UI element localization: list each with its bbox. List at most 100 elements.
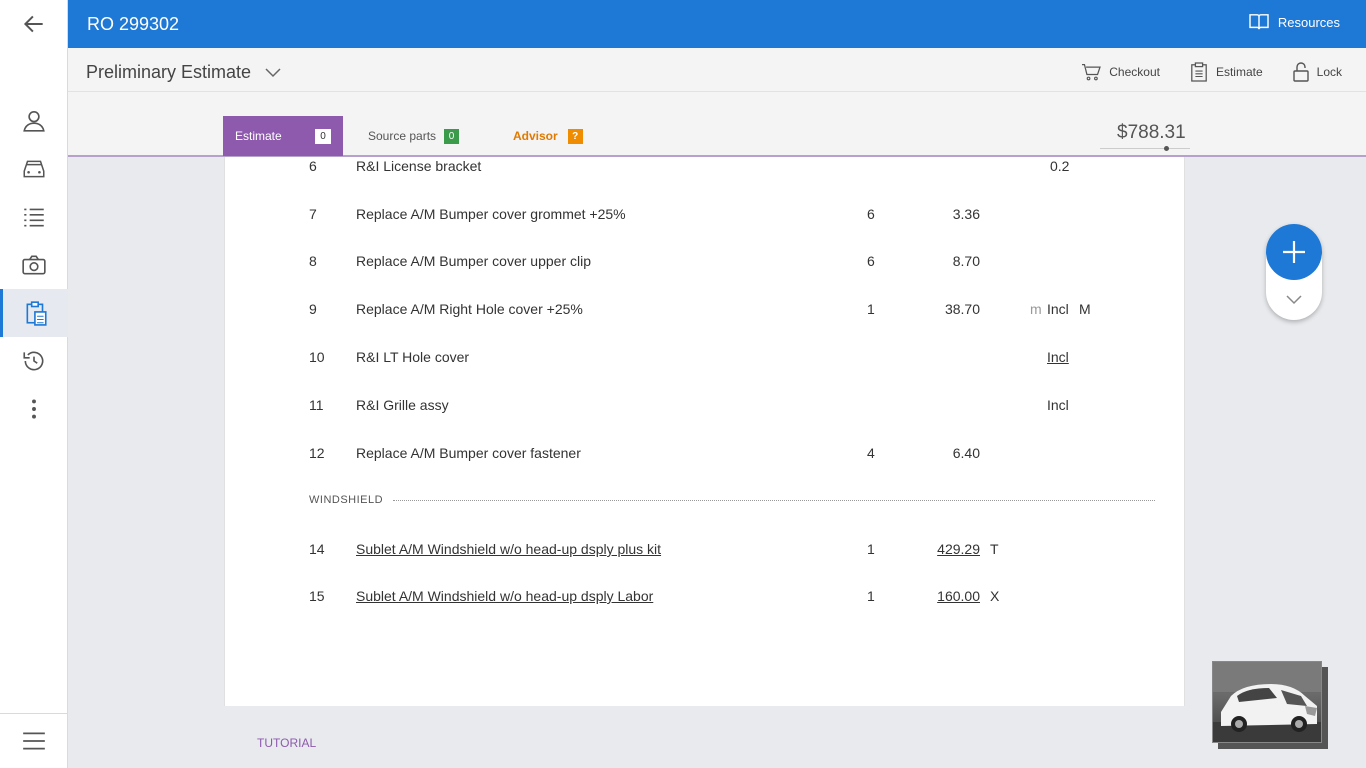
top-bar: RO 299302 Resources bbox=[68, 0, 1366, 48]
rail-customer-button[interactable] bbox=[0, 97, 68, 145]
chevron-down-icon bbox=[1286, 295, 1302, 305]
estimate-button[interactable]: Estimate bbox=[1190, 62, 1263, 82]
rail-vehicle-button[interactable] bbox=[0, 145, 68, 193]
estimate-line[interactable]: 10 R&I LT Hole cover Incl bbox=[225, 349, 1186, 369]
section-divider bbox=[393, 500, 1155, 501]
estimate-type-dropdown[interactable]: Preliminary Estimate bbox=[86, 62, 281, 83]
estimate-line[interactable]: 14 Sublet A/M Windshield w/o head-up dsp… bbox=[225, 541, 1186, 561]
line-m-indicator: m bbox=[1030, 301, 1042, 317]
tab-strip: Estimate 0 Source parts 0 Advisor ? $788… bbox=[68, 92, 1366, 157]
line-number: 8 bbox=[309, 253, 317, 269]
line-description: Replace A/M Bumper cover fastener bbox=[356, 445, 581, 461]
user-icon bbox=[23, 110, 45, 132]
rail-estimate-button[interactable] bbox=[0, 289, 68, 337]
page-title: Preliminary Estimate bbox=[86, 62, 252, 82]
line-description-link[interactable]: Sublet A/M Windshield w/o head-up dsply … bbox=[356, 541, 661, 557]
estimate-line[interactable]: 15 Sublet A/M Windshield w/o head-up dsp… bbox=[225, 588, 1186, 608]
tab-source-parts-badge: 0 bbox=[444, 128, 460, 144]
rail-photos-button[interactable] bbox=[0, 241, 68, 289]
line-description: R&I LT Hole cover bbox=[356, 349, 470, 365]
line-description: Replace A/M Right Hole cover +25% bbox=[356, 301, 583, 317]
rail-divider bbox=[0, 713, 68, 714]
line-flag: T bbox=[990, 541, 999, 557]
line-number: 15 bbox=[309, 588, 325, 604]
tab-estimate[interactable]: Estimate 0 bbox=[223, 116, 343, 156]
main-menu-button[interactable] bbox=[0, 717, 68, 765]
total-indicator-dot bbox=[1164, 146, 1169, 151]
line-included: Incl bbox=[1047, 397, 1069, 413]
line-price-link[interactable]: 160.00 bbox=[937, 588, 980, 604]
history-icon bbox=[23, 351, 44, 371]
estimate-line[interactable]: 6 R&I License bracket 0.2 bbox=[225, 158, 1186, 178]
line-quantity: 1 bbox=[867, 301, 875, 317]
tab-estimate-badge: 0 bbox=[315, 129, 331, 144]
estimate-line[interactable]: 7 Replace A/M Bumper cover grommet +25% … bbox=[225, 206, 1186, 226]
tab-advisor-badge: ? bbox=[567, 128, 583, 144]
line-description: Replace A/M Bumper cover grommet +25% bbox=[356, 206, 626, 222]
checkout-button[interactable]: Checkout bbox=[1081, 62, 1160, 82]
plus-icon bbox=[1283, 241, 1305, 263]
expand-fab-button[interactable] bbox=[1282, 290, 1306, 310]
vehicle-photo-thumbnail bbox=[1212, 661, 1322, 743]
left-rail bbox=[0, 0, 68, 768]
line-description: R&I Grille assy bbox=[356, 397, 449, 413]
estimate-line[interactable]: 12 Replace A/M Bumper cover fastener 4 6… bbox=[225, 445, 1186, 465]
lock-label: Lock bbox=[1316, 65, 1342, 79]
line-included: Incl bbox=[1047, 301, 1069, 317]
tab-estimate-label: Estimate bbox=[235, 129, 282, 143]
line-number: 11 bbox=[309, 397, 324, 413]
vehicle-photo-stack[interactable] bbox=[1212, 661, 1328, 749]
car-icon bbox=[23, 160, 45, 178]
add-line-button[interactable] bbox=[1266, 224, 1322, 280]
estimate-icon bbox=[26, 301, 47, 326]
clipboard-calc-icon bbox=[1191, 62, 1207, 82]
camera-icon bbox=[22, 255, 46, 275]
line-number: 10 bbox=[309, 349, 325, 365]
line-number: 7 bbox=[309, 206, 317, 222]
line-quantity: 1 bbox=[867, 541, 875, 557]
line-flag: X bbox=[990, 588, 1000, 604]
line-description: R&I License bracket bbox=[356, 158, 482, 174]
back-arrow-icon bbox=[23, 15, 43, 33]
line-quantity: 6 bbox=[867, 206, 875, 222]
line-number: 14 bbox=[309, 541, 325, 557]
hamburger-menu-icon bbox=[23, 732, 45, 750]
line-number: 9 bbox=[309, 301, 317, 317]
line-quantity: 4 bbox=[867, 445, 875, 461]
rail-list-button[interactable] bbox=[0, 193, 68, 241]
tab-advisor-label: Advisor bbox=[513, 129, 558, 143]
book-icon bbox=[1249, 14, 1269, 30]
rail-more-button[interactable] bbox=[0, 385, 68, 433]
line-quantity: 1 bbox=[867, 588, 875, 604]
line-description: Replace A/M Bumper cover upper clip bbox=[356, 253, 591, 269]
estimate-total: $788.31 bbox=[1117, 122, 1186, 143]
tab-advisor[interactable]: Advisor ? bbox=[513, 116, 583, 156]
resources-label: Resources bbox=[1277, 14, 1340, 30]
estimate-line[interactable]: 9 Replace A/M Right Hole cover +25% 1 38… bbox=[225, 301, 1186, 321]
back-button[interactable] bbox=[0, 0, 68, 48]
line-price-link[interactable]: 429.29 bbox=[937, 541, 980, 557]
resources-button[interactable]: Resources bbox=[1248, 13, 1340, 31]
line-included-link[interactable]: Incl bbox=[1047, 349, 1069, 365]
repair-order-title: RO 299302 bbox=[87, 14, 180, 34]
tab-source-parts[interactable]: Source parts 0 bbox=[368, 116, 460, 156]
estimate-line[interactable]: 8 Replace A/M Bumper cover upper clip 6 … bbox=[225, 253, 1186, 273]
line-price: 3.36 bbox=[952, 206, 980, 222]
checkout-label: Checkout bbox=[1109, 65, 1160, 79]
line-description-link[interactable]: Sublet A/M Windshield w/o head-up dsply … bbox=[356, 588, 653, 604]
sub-header: Preliminary Estimate Checkout Estimate L… bbox=[68, 48, 1366, 92]
tab-source-parts-label: Source parts bbox=[368, 129, 437, 143]
estimate-label: Estimate bbox=[1215, 65, 1263, 79]
total-underline bbox=[1100, 148, 1190, 149]
estimate-line[interactable]: 11 R&I Grille assy Incl bbox=[225, 397, 1186, 417]
chevron-down-icon bbox=[265, 67, 281, 77]
vehicle-photo-image bbox=[1213, 662, 1321, 742]
estimate-sheet: 6 R&I License bracket 0.2 7 Replace A/M … bbox=[224, 157, 1185, 706]
section-header: WINDSHIELD bbox=[309, 494, 384, 506]
line-mark: M bbox=[1079, 301, 1091, 317]
tutorial-link[interactable]: TUTORIAL bbox=[257, 736, 316, 750]
rail-history-button[interactable] bbox=[0, 337, 68, 385]
line-price: 38.70 bbox=[944, 301, 980, 317]
line-price: 8.70 bbox=[952, 253, 980, 269]
lock-button[interactable]: Lock bbox=[1292, 62, 1342, 82]
